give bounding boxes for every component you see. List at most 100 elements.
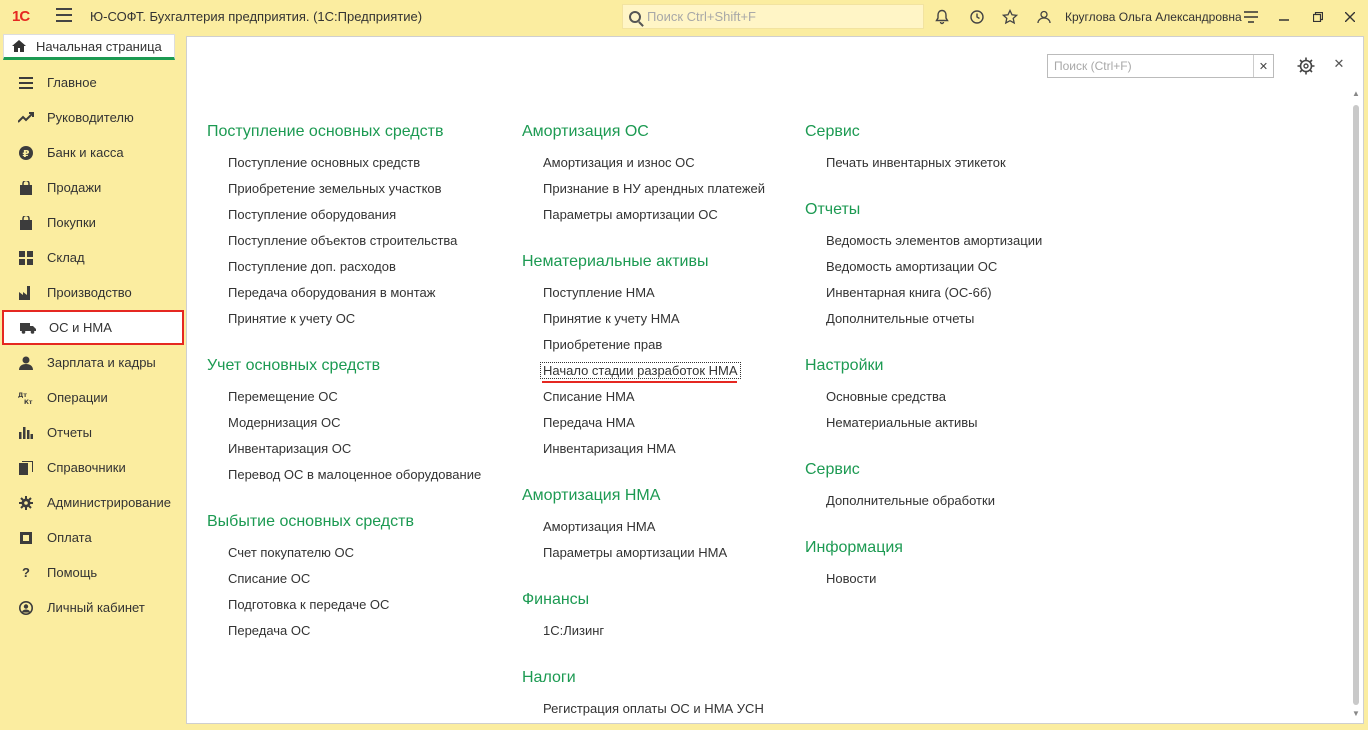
nav-link-focused[interactable]: Начало стадии разработок НМА	[540, 362, 741, 379]
panel-settings-gear-icon[interactable]	[1296, 56, 1316, 76]
scrollbar-thumb[interactable]	[1353, 105, 1359, 705]
sidebar-item-payment[interactable]: Оплата	[2, 520, 184, 555]
panel-search-input[interactable]: Поиск (Ctrl+F) ✕	[1047, 54, 1274, 78]
star-icon[interactable]	[999, 6, 1021, 28]
global-search-input[interactable]: Поиск Ctrl+Shift+F	[622, 4, 924, 29]
nav-link[interactable]: 1С:Лизинг	[543, 623, 604, 638]
nav-link[interactable]: Инвентаризация НМА	[543, 441, 676, 456]
nav-link[interactable]: Передача оборудования в монтаж	[228, 285, 435, 300]
sidebar-item-label: Зарплата и кадры	[47, 355, 156, 370]
coin-icon: ₽	[18, 145, 34, 161]
sidebar-item-administration[interactable]: Администрирование	[2, 485, 184, 520]
sidebar-item-os-nma[interactable]: ОС и НМА	[2, 310, 184, 345]
nav-link[interactable]: Поступление оборудования	[228, 207, 396, 222]
nav-link[interactable]: Основные средства	[826, 389, 946, 404]
close-panel-icon[interactable]: ✕	[1331, 56, 1347, 72]
sidebar-item-bank[interactable]: ₽ Банк и касса	[2, 135, 184, 170]
nav-link[interactable]: Параметры амортизации ОС	[543, 207, 718, 222]
tab-home-label: Начальная страница	[36, 38, 162, 54]
minimize-icon[interactable]	[1272, 6, 1296, 28]
nav-link[interactable]: Дополнительные обработки	[826, 493, 995, 508]
nav-link[interactable]: Ведомость амортизации ОС	[826, 259, 997, 274]
sidebar-item-production[interactable]: Производство	[2, 275, 184, 310]
sidebar-item-label: Администрирование	[47, 495, 171, 510]
nav-link[interactable]: Дополнительные отчеты	[826, 311, 974, 326]
sidebar-item-warehouse[interactable]: Склад	[2, 240, 184, 275]
section-title: Налоги	[522, 669, 576, 686]
section-title: Выбытие основных средств	[207, 513, 414, 530]
nav-link[interactable]: Списание НМА	[543, 389, 635, 404]
section-title: Амортизация НМА	[522, 487, 661, 504]
sidebar-item-label: ОС и НМА	[49, 320, 112, 335]
settings-menu-icon[interactable]	[1239, 6, 1263, 28]
bar-chart-icon	[18, 425, 34, 441]
sidebar-item-label: Руководителю	[47, 110, 134, 125]
tab-home-page[interactable]: Начальная страница	[3, 34, 175, 60]
sidebar-item-help[interactable]: ? Помощь	[2, 555, 184, 590]
nav-link[interactable]: Перевод ОС в малоценное оборудование	[228, 467, 481, 482]
clear-search-icon[interactable]: ✕	[1253, 55, 1273, 77]
nav-link[interactable]: Поступление доп. расходов	[228, 259, 396, 274]
section-title: Информация	[805, 539, 903, 556]
nav-link[interactable]: Инвентаризация ОС	[228, 441, 351, 456]
section-title: Финансы	[522, 591, 590, 608]
nav-link[interactable]: Подготовка к передаче ОС	[228, 597, 389, 612]
nav-link[interactable]: Амортизация и износ ОС	[543, 155, 695, 170]
shopping-bag-icon	[18, 180, 34, 196]
section-title: Сервис	[805, 461, 860, 478]
nav-link[interactable]: Передача НМА	[543, 415, 635, 430]
section-title: Учет основных средств	[207, 357, 381, 374]
nav-link[interactable]: Новости	[826, 571, 876, 586]
wallet-icon	[18, 530, 34, 546]
nav-link[interactable]: Принятие к учету ОС	[228, 311, 355, 326]
sidebar-item-reports[interactable]: Отчеты	[2, 415, 184, 450]
sidebar-item-account[interactable]: Личный кабинет	[2, 590, 184, 625]
scroll-down-icon[interactable]: ▼	[1352, 709, 1360, 718]
nav-link[interactable]: Поступление основных средств	[228, 155, 420, 170]
svg-text:Дт: Дт	[18, 392, 27, 399]
nav-link[interactable]: Поступление НМА	[543, 285, 655, 300]
app-logo[interactable]: 1С	[12, 8, 30, 25]
scroll-up-icon[interactable]: ▲	[1352, 89, 1360, 98]
nav-link[interactable]: Передача ОС	[228, 623, 310, 638]
close-window-icon[interactable]	[1338, 6, 1362, 28]
sidebar-item-salary[interactable]: Зарплата и кадры	[2, 345, 184, 380]
current-user-name[interactable]: Круглова Ольга Александровна	[1065, 10, 1242, 24]
section-title: Настройки	[805, 357, 884, 374]
sidebar-item-label: Главное	[47, 75, 97, 90]
sidebar-item-sales[interactable]: Продажи	[2, 170, 184, 205]
nav-link[interactable]: Приобретение прав	[543, 337, 662, 352]
nav-link[interactable]: Приобретение земельных участков	[228, 181, 442, 196]
section-title: Отчеты	[805, 201, 861, 218]
sidebar-item-catalogs[interactable]: Справочники	[2, 450, 184, 485]
main-menu-icon[interactable]	[56, 8, 72, 22]
nav-link[interactable]: Регистрация оплаты ОС и НМА УСН	[543, 701, 764, 716]
nav-link[interactable]: Перемещение ОС	[228, 389, 338, 404]
nav-link[interactable]: Модернизация ОС	[228, 415, 340, 430]
sidebar-item-main[interactable]: Главное	[2, 65, 184, 100]
sidebar-item-purchases[interactable]: Покупки	[2, 205, 184, 240]
nav-link[interactable]: Признание в НУ арендных платежей	[543, 181, 765, 196]
gear-icon	[18, 495, 34, 511]
bell-icon[interactable]	[931, 6, 953, 28]
nav-link[interactable]: Параметры амортизации НМА	[543, 545, 727, 560]
sidebar-item-operations[interactable]: Дт Кт Операции	[2, 380, 184, 415]
cart-icon	[18, 215, 34, 231]
sidebar-item-label: Покупки	[47, 215, 96, 230]
trend-icon	[18, 110, 34, 126]
nav-link[interactable]: Ведомость элементов амортизации	[826, 233, 1042, 248]
nav-link[interactable]: Амортизация НМА	[543, 519, 655, 534]
nav-link[interactable]: Списание ОС	[228, 571, 310, 586]
history-icon[interactable]	[966, 6, 988, 28]
nav-link[interactable]: Печать инвентарных этикеток	[826, 155, 1006, 170]
user-icon[interactable]	[1033, 6, 1055, 28]
vertical-scrollbar[interactable]: ▲ ▼	[1351, 89, 1361, 724]
sidebar-item-label: Производство	[47, 285, 132, 300]
sidebar-item-manager[interactable]: Руководителю	[2, 100, 184, 135]
restore-icon[interactable]	[1306, 6, 1330, 28]
nav-link[interactable]: Принятие к учету НМА	[543, 311, 680, 326]
nav-link[interactable]: Счет покупателю ОС	[228, 545, 354, 560]
nav-link[interactable]: Поступление объектов строительства	[228, 233, 457, 248]
nav-link[interactable]: Нематериальные активы	[826, 415, 978, 430]
nav-link[interactable]: Инвентарная книга (ОС-6б)	[826, 285, 992, 300]
